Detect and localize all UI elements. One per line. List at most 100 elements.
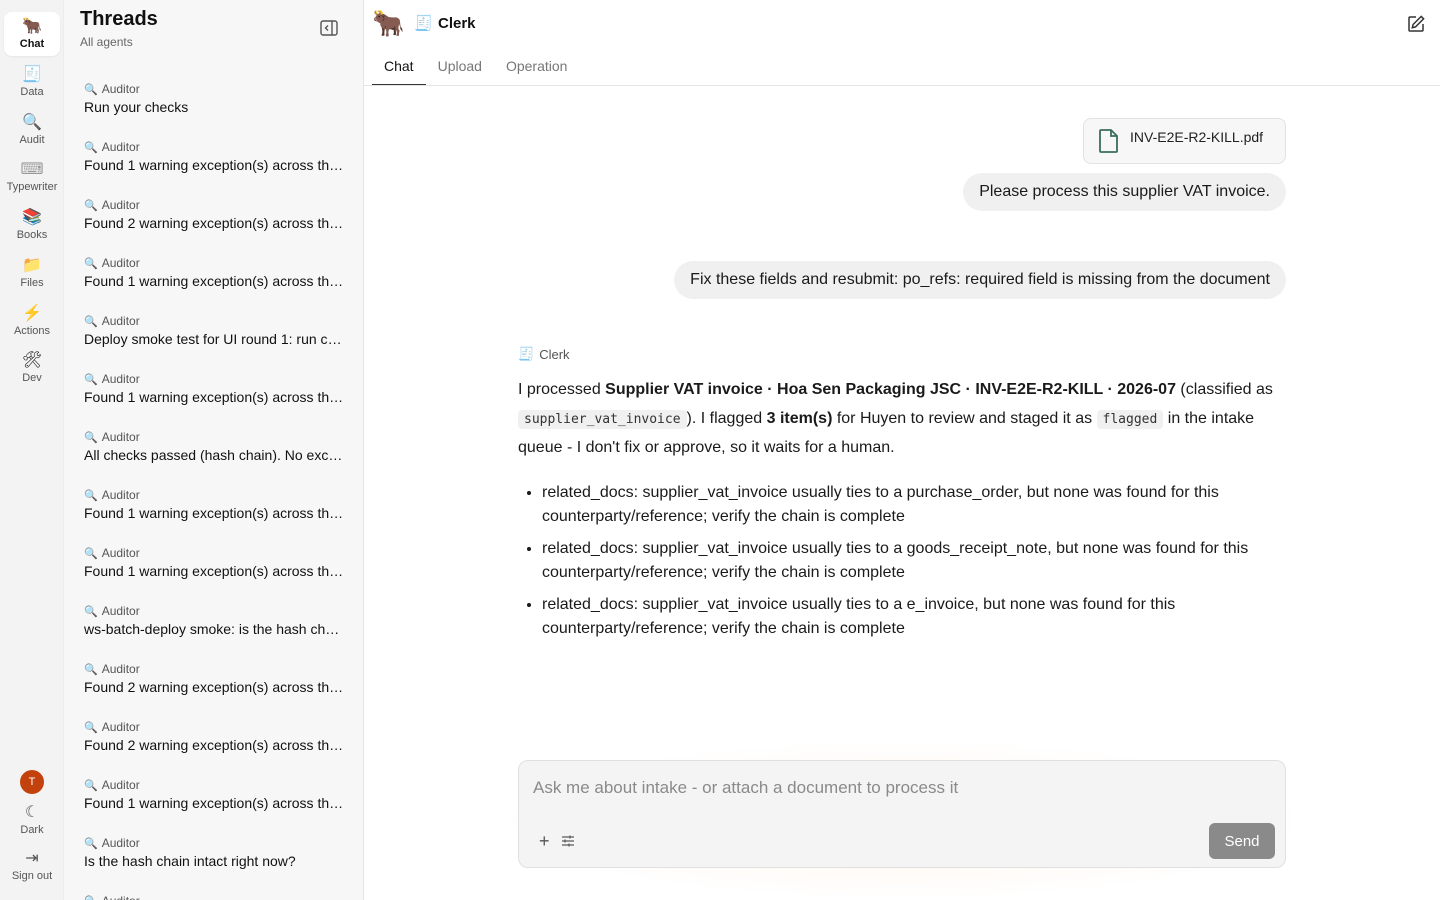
file-icon	[1099, 129, 1118, 153]
dark-mode-toggle[interactable]: ☾ Dark	[4, 798, 60, 842]
rail-item-actions[interactable]: ⚡ Actions	[4, 299, 60, 343]
reply-agent-label: 🧾 Clerk	[518, 346, 570, 362]
rail-item-label: Files	[20, 277, 44, 289]
sign-out-icon: ⇥	[25, 850, 39, 867]
thread-item[interactable]: 🔍 Auditor Found 2 warning exception(s) acr…	[64, 710, 363, 768]
thread-item[interactable]: 🔍 Auditor Found 2 warning exception(s) acr…	[64, 188, 363, 246]
sliders-icon	[562, 835, 574, 847]
collapse-sidebar-button[interactable]	[319, 18, 339, 38]
thread-agent-name: Auditor	[101, 604, 140, 618]
thread-title: ws-batch-deploy smoke: is the hash chain…	[84, 621, 344, 637]
reply-text: (classified as	[1175, 381, 1273, 398]
app-rail: 🐂 Chat 🧾 Data 🔍 Audit ⌨ Typewriter 📚 Boo…	[0, 0, 64, 900]
thread-title: Found 1 warning exception(s) across the …	[84, 795, 344, 811]
thread-item[interactable]: 🔍 Auditor Found 1 warning exception(s) acr…	[64, 130, 363, 188]
rail-item-typewriter[interactable]: ⌨ Typewriter	[4, 155, 60, 199]
tools-icon: 🛠	[21, 352, 43, 369]
thread-agent-name: Auditor	[101, 256, 140, 270]
thread-title: Found 1 warning exception(s) across the …	[84, 563, 344, 579]
thread-item[interactable]: 🔍 Auditor All checks passed (hash chain). …	[64, 420, 363, 478]
thread-list: 🔍 Auditor Run your checks 🔍 Auditor Found 1 w…	[64, 72, 363, 900]
threads-panel: Threads All agents 🔍 Auditor Run your chec…	[64, 0, 364, 900]
rail-item-data[interactable]: 🧾 Data	[4, 60, 60, 104]
tab-chat[interactable]: Chat	[372, 46, 426, 86]
thread-title: Is the hash chain intact right now?	[84, 853, 296, 869]
rail-item-audit[interactable]: 🔍 Audit	[4, 108, 60, 152]
chat-main: 🐂 🧾 Clerk Chat Upload Operation INV-E2E-…	[364, 0, 1440, 900]
rail-item-dev[interactable]: 🛠 Dev	[4, 346, 60, 390]
thread-agent-name: Auditor	[101, 836, 140, 850]
send-button[interactable]: Send	[1209, 823, 1275, 859]
sidebar-collapse-icon	[320, 20, 338, 36]
edit-icon	[1408, 15, 1425, 32]
agent-name: Clerk	[438, 15, 476, 32]
thread-title: Deploy smoke test for UI round 1: run ch…	[84, 331, 344, 347]
composer: + Send	[518, 760, 1286, 868]
thread-title: All checks passed (hash chain). No excep…	[84, 447, 344, 463]
new-thread-button[interactable]	[1406, 14, 1426, 34]
rail-item-label: Chat	[19, 38, 45, 50]
thread-item[interactable]: 🔍 Auditor Found 2 warning exception(s) acr…	[64, 652, 363, 710]
tab-upload[interactable]: Upload	[426, 46, 494, 86]
thread-item[interactable]: 🔍 Auditor Run your checks	[64, 72, 363, 130]
receipt-icon: 🧾	[414, 15, 433, 32]
message-input[interactable]	[533, 775, 1253, 801]
ox-icon: 🐂	[22, 18, 42, 35]
thread-item[interactable]: 🔍 Auditor	[64, 884, 363, 900]
magnifier-icon: 🔍	[84, 373, 98, 386]
magnifier-icon: 🔍	[84, 489, 98, 502]
thread-item[interactable]: 🔍 Auditor Found 1 warning exception(s) acr…	[64, 768, 363, 826]
thread-agent-name: Auditor	[102, 894, 140, 900]
thread-agent-name: Auditor	[101, 662, 140, 676]
thread-agent: 🔍Auditor	[84, 719, 344, 735]
thread-title: Found 1 warning exception(s) across the …	[84, 389, 344, 405]
flag-count: 3 item(s)	[766, 409, 833, 427]
thread-item[interactable]: 🔍 Auditor Found 1 warning exception(s) acr…	[64, 246, 363, 304]
folder-icon: 📁	[22, 257, 42, 274]
threads-title: Threads	[80, 8, 158, 30]
thread-agent-name: Auditor	[101, 778, 140, 792]
thread-agent: 🔍Auditor	[84, 487, 344, 503]
tab-operation[interactable]: Operation	[494, 46, 579, 86]
thread-agent: 🔍Auditor	[84, 81, 344, 97]
status-code: flagged	[1096, 409, 1164, 429]
thread-agent: 🔍Auditor	[84, 371, 344, 387]
receipt-icon: 🧾	[22, 66, 42, 83]
attach-button[interactable]: +	[539, 832, 550, 850]
rail-item-books[interactable]: 📚 Books	[4, 203, 60, 247]
magnifier-icon: 🔍	[84, 547, 98, 560]
thread-agent: 🔍Auditor	[84, 429, 344, 445]
reply-text: for Huyen to review and staged it as	[832, 409, 1097, 427]
magnifier-icon: 🔍	[84, 83, 98, 96]
magnifier-icon: 🔍	[84, 431, 98, 444]
magnifier-icon: 🔍	[84, 199, 98, 212]
thread-item[interactable]: 🔍 Auditor Found 1 warning exception(s) acr…	[64, 362, 363, 420]
document-title: Supplier VAT invoice · Hoa Sen Packaging…	[605, 381, 1176, 398]
thread-item[interactable]: 🔍 Auditor ws-batch-deploy smoke: is the ha…	[64, 594, 363, 652]
rail-item-files[interactable]: 📁 Files	[4, 251, 60, 295]
thread-agent-name: Auditor	[101, 430, 140, 444]
agent-tabs: Chat Upload Operation	[372, 46, 579, 86]
thread-agent: 🔍Auditor	[84, 313, 344, 329]
assistant-reply: I processed Supplier VAT invoice · Hoa S…	[518, 376, 1286, 463]
avatar[interactable]: T	[20, 770, 44, 794]
keyboard-icon: ⌨	[20, 161, 44, 178]
thread-item[interactable]: 🔍 Auditor Deploy smoke test for UI round 1…	[64, 304, 363, 362]
thread-agent-name: Auditor	[101, 198, 140, 212]
rail-item-label: Data	[20, 86, 44, 98]
options-button[interactable]	[561, 834, 575, 853]
books-icon: 📚	[22, 209, 42, 226]
sign-out-button[interactable]: ⇥ Sign out	[4, 844, 60, 888]
thread-agent: 🔍Auditor	[84, 661, 344, 677]
user-message: Please process this supplier VAT invoice…	[963, 173, 1286, 211]
thread-item[interactable]: 🔍 Auditor Found 1 warning exception(s) acr…	[64, 478, 363, 536]
thread-item[interactable]: 🔍 Auditor Is the hash chain intact right n…	[64, 826, 363, 884]
magnifier-icon: 🔍	[84, 663, 98, 676]
thread-item[interactable]: 🔍 Auditor Found 1 warning exception(s) acr…	[64, 536, 363, 594]
attachment-chip[interactable]: INV-E2E-R2-KILL.pdf	[1083, 118, 1286, 164]
rail-item-chat[interactable]: 🐂 Chat	[4, 12, 60, 56]
magnifier-icon: 🔍	[84, 315, 98, 328]
rail-item-label: Typewriter	[6, 181, 58, 193]
thread-title: Found 1 warning exception(s) across the …	[84, 505, 344, 521]
magnifier-icon: 🔍	[84, 721, 98, 734]
